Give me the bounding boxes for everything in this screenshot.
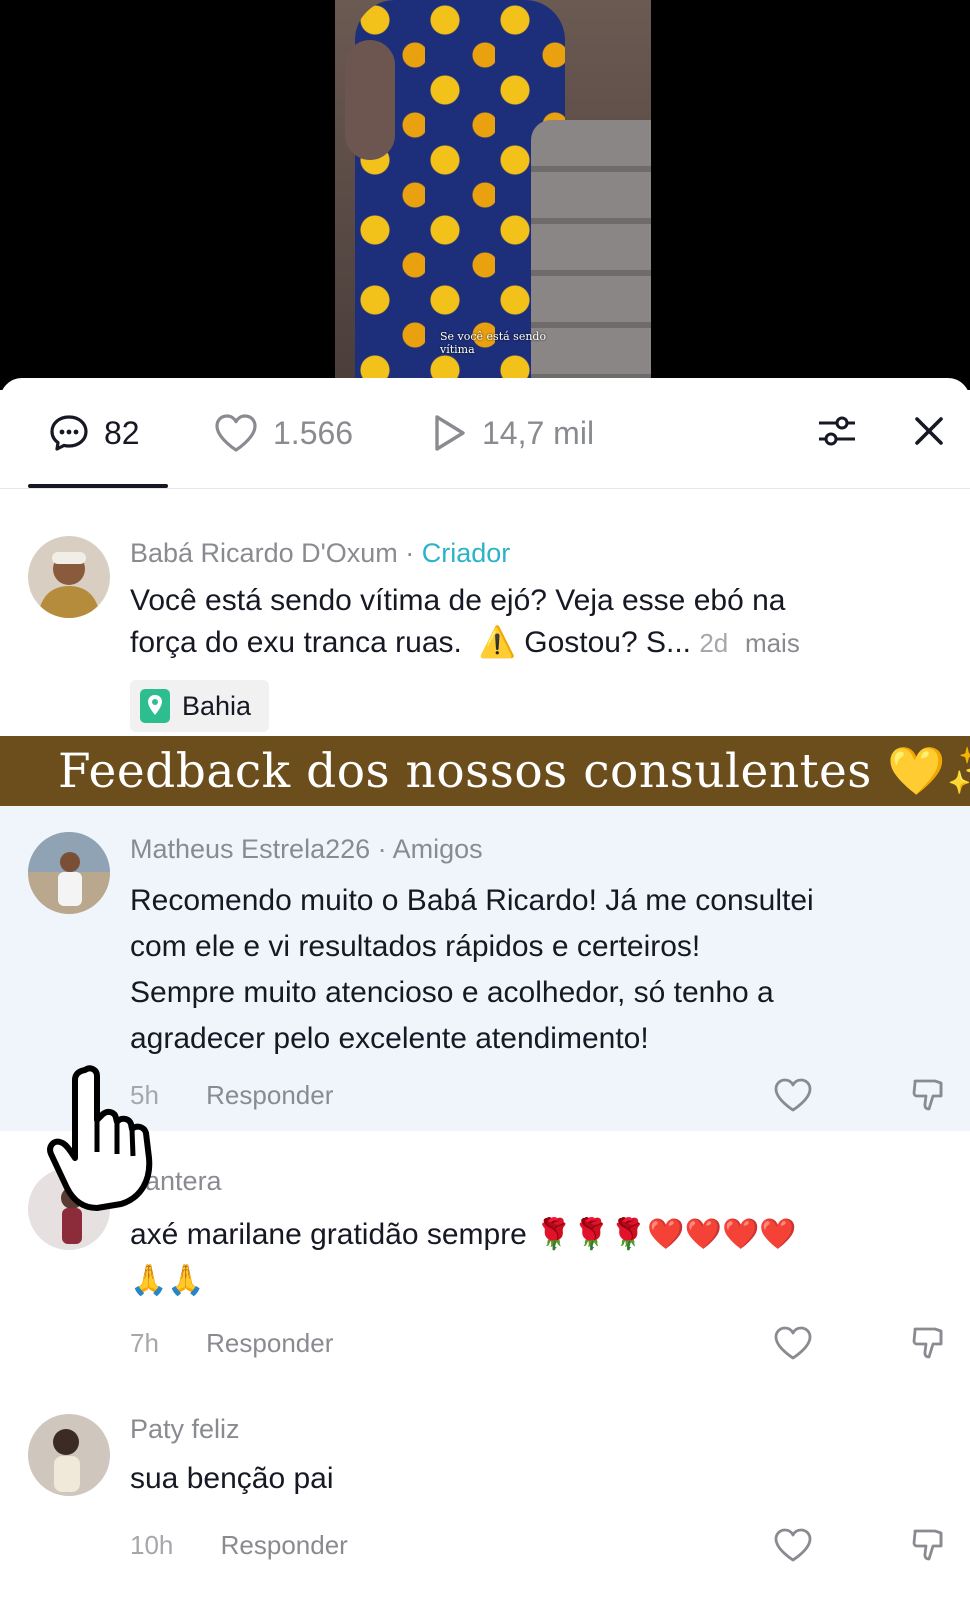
plays-tab[interactable]: 14,7 mil — [430, 408, 594, 458]
comments-tab[interactable]: 82 — [48, 408, 140, 458]
comment-username-line: Matheus Estrela226 · Amigos — [130, 834, 483, 865]
comments-count: 82 — [104, 414, 140, 451]
like-comment-button[interactable] — [770, 1320, 816, 1366]
more-link[interactable]: mais — [745, 628, 800, 658]
comment-bubble-icon — [50, 415, 88, 451]
video-player[interactable]: Se você está sendo vítima — [0, 0, 970, 390]
comment-text: sua benção pai — [130, 1458, 334, 1500]
thumbs-down-icon — [912, 1327, 943, 1359]
comment-text: axé marilane gratidão sempre 🌹🌹🌹❤️❤️❤️❤️… — [130, 1212, 797, 1304]
video-overlay-text: Se você está sendo vítima — [440, 330, 546, 356]
filter-button[interactable] — [812, 406, 862, 456]
avatar[interactable] — [28, 1414, 110, 1496]
comment-time: 7h — [130, 1328, 159, 1358]
close-button[interactable] — [904, 406, 954, 456]
dislike-comment-button[interactable] — [906, 1522, 952, 1568]
feedback-banner: Feedback dos nossos consulentes 💛✨ — [0, 736, 970, 806]
heart-icon — [215, 414, 257, 452]
avatar[interactable] — [28, 832, 110, 914]
likes-tab[interactable]: 1.566 — [213, 408, 353, 458]
like-comment-button[interactable] — [770, 1072, 816, 1118]
comment-time: 10h — [130, 1530, 174, 1560]
hand-pointer-icon — [47, 1065, 153, 1211]
comment-username[interactable]: Matheus Estrela226 — [130, 834, 370, 864]
caption-line: força do exu tranca ruas. ⚠️ Gostou? S..… — [130, 622, 950, 664]
caption-line: Você está sendo vítima de ejó? Veja esse… — [130, 584, 786, 617]
caption-line-2-tail: Gostou? S... — [524, 626, 691, 659]
comment-username-line: Paty feliz — [130, 1414, 240, 1445]
video-couch — [531, 120, 651, 390]
creator-username[interactable]: Babá Ricardo D'Oxum — [130, 538, 398, 568]
reply-button[interactable]: Responder — [206, 1080, 333, 1110]
separator: · — [397, 538, 422, 568]
comment-line: axé marilane gratidão sempre 🌹🌹🌹❤️❤️❤️❤️ — [130, 1218, 797, 1251]
location-pin-icon — [140, 689, 170, 723]
like-comment-button[interactable] — [770, 1522, 816, 1568]
creator-avatar-image — [28, 536, 110, 618]
video-overlay-line: Se você está sendo — [440, 330, 547, 343]
comment-line: agradecer pelo excelente atendimento! — [130, 1022, 649, 1055]
comment-line: 🙏🙏 — [130, 1264, 205, 1297]
sliders-icon — [819, 416, 855, 446]
video-overlay-line: vítima — [440, 343, 475, 356]
reply-button[interactable]: Responder — [221, 1530, 348, 1560]
heart-outline-icon — [774, 1528, 812, 1562]
plays-count: 14,7 mil — [482, 414, 595, 451]
video-arm — [345, 40, 395, 160]
location-label: Bahia — [182, 690, 252, 721]
comment-line: Recomendo muito o Babá Ricardo! Já me co… — [130, 884, 814, 917]
play-icon — [435, 415, 465, 451]
dislike-comment-button[interactable] — [906, 1320, 952, 1366]
likes-count: 1.566 — [273, 414, 354, 451]
heart-outline-icon — [774, 1326, 812, 1360]
reply-button[interactable]: Responder — [206, 1328, 333, 1358]
heart-outline-icon — [774, 1078, 812, 1112]
stats-bar: 82 1.566 14,7 mil — [0, 378, 970, 489]
thumbs-down-icon — [912, 1079, 943, 1111]
commenter-avatar-image — [28, 832, 110, 914]
creator-username-line: Babá Ricardo D'Oxum · Criador — [130, 538, 510, 569]
caption-time: 2d — [699, 628, 729, 658]
thumbs-down-icon — [912, 1529, 943, 1561]
caption-text: Você está sendo vítima de ejó? Veja esse… — [130, 580, 950, 664]
comment-meta-row: 7h Responder — [130, 1328, 333, 1359]
close-icon — [915, 417, 943, 445]
comment-text: Recomendo muito o Babá Ricardo! Já me co… — [130, 878, 814, 1062]
avatar[interactable] — [28, 536, 110, 618]
commenter-avatar-image — [28, 1414, 110, 1496]
comment-tag: · Amigos — [370, 834, 483, 864]
location-chip[interactable]: Bahia — [130, 680, 270, 732]
comment-line: com ele e vi resultados rápidos e certei… — [130, 930, 701, 963]
comment-meta-row: 10h Responder — [130, 1530, 348, 1561]
active-tab-indicator — [28, 484, 168, 488]
warning-emoji: ⚠️ — [478, 626, 516, 659]
comment-username[interactable]: Paty feliz — [130, 1414, 240, 1444]
banner-text: Feedback dos nossos consulentes 💛✨ — [58, 743, 970, 799]
caption-line-2: força do exu tranca ruas. — [130, 626, 462, 659]
creator-badge: Criador — [421, 538, 511, 568]
dislike-comment-button[interactable] — [906, 1072, 952, 1118]
comment-line: sua benção pai — [130, 1462, 334, 1495]
comment-meta-row: 5h Responder — [130, 1080, 333, 1111]
comment-line: Sempre muito atencioso e acolhedor, só t… — [130, 976, 774, 1009]
